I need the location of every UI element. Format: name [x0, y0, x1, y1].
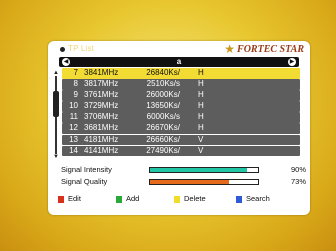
- transponder-row[interactable]: 12 3681MHz 26670Ks/ H: [62, 123, 300, 134]
- transponder-row[interactable]: 9 3761MHz 26000Ks/ H: [62, 90, 300, 101]
- add-button[interactable]: Add: [116, 194, 139, 204]
- signal-quality-bar: [149, 179, 259, 185]
- row-number: 13: [69, 134, 78, 144]
- signal-quality-label: Signal Quality: [61, 177, 108, 186]
- row-frequency: 3841MHz: [84, 68, 119, 77]
- delete-label: Delete: [184, 194, 206, 203]
- scroll-down-icon[interactable]: ▼: [52, 154, 60, 160]
- add-label: Add: [126, 194, 140, 203]
- row-polarization: H: [198, 79, 204, 89]
- edit-button[interactable]: Edit: [58, 194, 81, 204]
- transponder-row[interactable]: 13 4181MHz 26660Ks/ V: [62, 134, 300, 146]
- signal-intensity-value: 90%: [290, 165, 306, 174]
- signal-quality-fill: [150, 180, 229, 184]
- signal-intensity-bar: [149, 167, 259, 173]
- panel-header: TP List ★ FORTEC STAR: [56, 43, 304, 57]
- row-frequency: 3761MHz: [84, 90, 119, 100]
- row-frequency: 3817MHz: [84, 79, 119, 89]
- transponder-row[interactable]: 10 3729MHz 13650Ks/ H: [62, 101, 300, 112]
- star-icon: ★: [224, 42, 236, 56]
- row-symbol-rate: 26670Ks/: [146, 123, 180, 133]
- brand-logo: ★ FORTEC STAR: [224, 41, 304, 57]
- row-frequency: 4141MHz: [84, 145, 119, 155]
- row-frequency: 3706MHz: [84, 112, 119, 122]
- list-scrollbar[interactable]: ▲ ▼: [52, 70, 60, 160]
- function-key-bar: Edit Add Delete Search: [50, 194, 308, 204]
- row-symbol-rate: 2510Ks/s: [146, 79, 180, 89]
- transponder-row[interactable]: 11 3706MHz 6000Ks/s H: [62, 112, 300, 123]
- row-number: 7: [73, 68, 78, 77]
- signal-intensity-label: Signal Intensity: [61, 165, 112, 174]
- tv-screen: TP List ★ FORTEC STAR ◀ a ▶ ▲ ▼ 7 3841MH…: [0, 0, 336, 251]
- row-number: 12: [69, 123, 78, 133]
- row-polarization: H: [198, 101, 204, 111]
- signal-intensity-fill: [150, 168, 248, 172]
- row-polarization: H: [198, 123, 204, 133]
- transponder-row[interactable]: 8 3817MHz 2510Ks/s H: [62, 79, 300, 90]
- row-symbol-rate: 26660Ks/: [146, 134, 180, 144]
- row-number: 8: [73, 79, 78, 89]
- row-polarization: V: [198, 134, 204, 144]
- transponder-row[interactable]: 7 3841MHz 26840Ks/ H: [62, 68, 300, 79]
- row-polarization: H: [198, 112, 204, 122]
- row-symbol-rate: 13650Ks/: [146, 101, 180, 111]
- row-frequency: 3681MHz: [84, 123, 119, 133]
- row-frequency: 3729MHz: [84, 101, 119, 111]
- row-symbol-rate: 6000Ks/s: [146, 112, 180, 122]
- red-key-icon: [58, 195, 64, 203]
- next-satellite-icon[interactable]: ▶: [288, 58, 296, 66]
- search-label: Search: [246, 194, 270, 203]
- row-number: 14: [69, 145, 78, 155]
- transponder-list: 7 3841MHz 26840Ks/ H 8 3817MHz 2510Ks/s …: [62, 68, 300, 157]
- header-bullet-icon: [60, 47, 65, 52]
- search-button[interactable]: Search: [236, 194, 270, 204]
- scrollbar-thumb[interactable]: [53, 91, 59, 117]
- satellite-name: a: [176, 57, 182, 66]
- satellite-selector[interactable]: ◀ a ▶: [59, 57, 299, 67]
- row-symbol-rate: 27490Ks/: [146, 145, 180, 155]
- row-number: 11: [69, 112, 78, 122]
- green-key-icon: [116, 195, 122, 203]
- row-polarization: H: [198, 68, 204, 77]
- yellow-key-icon: [174, 195, 180, 203]
- transponder-row[interactable]: 14 4141MHz 27490Ks/ V: [62, 145, 300, 157]
- signal-quality-meter: Signal Quality 73%: [61, 177, 306, 187]
- row-symbol-rate: 26000Ks/: [146, 90, 180, 100]
- signal-quality-value: 73%: [290, 177, 306, 186]
- row-polarization: V: [198, 145, 204, 155]
- page-title: TP List: [68, 44, 95, 53]
- row-frequency: 4181MHz: [84, 134, 119, 144]
- signal-intensity-meter: Signal Intensity 90%: [61, 165, 306, 175]
- row-symbol-rate: 26840Ks/: [146, 68, 180, 77]
- blue-key-icon: [236, 195, 242, 203]
- edit-label: Edit: [68, 194, 81, 203]
- row-number: 10: [69, 101, 78, 111]
- row-polarization: H: [198, 90, 204, 100]
- delete-button[interactable]: Delete: [174, 194, 206, 204]
- row-number: 9: [73, 90, 78, 100]
- brand-name: FORTEC STAR: [237, 43, 304, 55]
